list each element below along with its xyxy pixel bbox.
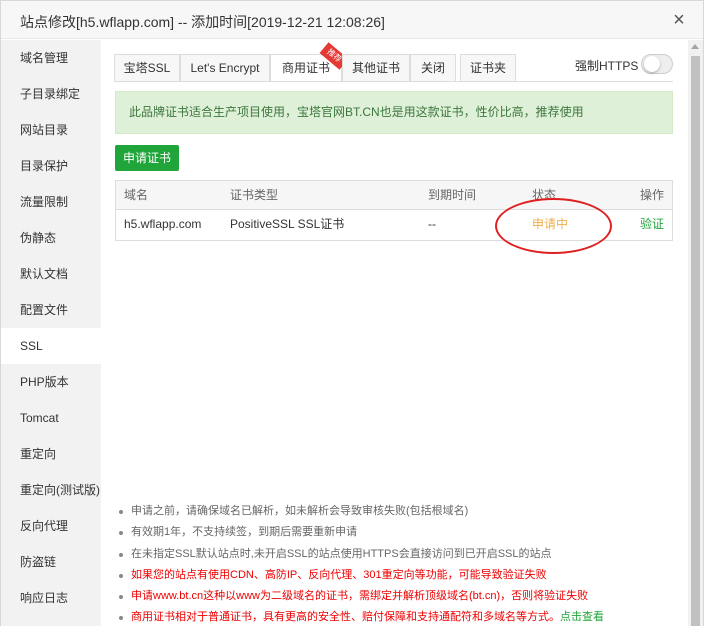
tip-item: 在未指定SSL默认站点时,未开启SSL的站点使用HTTPS会直接访问到已开启SS… — [115, 544, 685, 565]
tab-cert-folder[interactable]: 证书夹 — [460, 54, 516, 82]
cell-domain: h5.wflapp.com — [124, 217, 202, 231]
cell-expire: -- — [428, 217, 436, 231]
sidebar-item-rewrite[interactable]: 伪静态 — [1, 220, 101, 256]
sidebar-item-redirect-beta[interactable]: 重定向(测试版) — [1, 472, 101, 508]
sidebar-item-ssl[interactable]: SSL — [1, 328, 101, 364]
sidebar-item-redirect[interactable]: 重定向 — [1, 436, 101, 472]
tip-item-warning: 如果您的站点有使用CDN、高防IP、反向代理、301重定向等功能，可能导致验证失… — [115, 565, 685, 586]
tab-commercial-cert[interactable]: 商用证书 推荐 — [270, 42, 349, 82]
dialog-titlebar: 站点修改[h5.wflapp.com] -- 添加时间[2019-12-21 1… — [1, 1, 703, 39]
sidebar-item-reverse-proxy[interactable]: 反向代理 — [1, 508, 101, 544]
verify-link[interactable]: 验证 — [640, 210, 664, 239]
table-header: 域名 证书类型 到期时间 状态 操作 — [116, 181, 672, 210]
tip-item-warning: 商用证书相对于普通证书，具有更高的安全性、赔付保障和支持通配符和多域名等方式。点… — [115, 607, 685, 626]
col-cert-type: 证书类型 — [230, 188, 279, 202]
cell-cert-type: PositiveSSL SSL证书 — [230, 217, 345, 231]
scrollbar[interactable] — [688, 40, 703, 626]
tip-item: 有效期1年，不支持续签，到期后需要重新申请 — [115, 522, 685, 543]
sidebar-item-subdir-binding[interactable]: 子目录绑定 — [1, 76, 101, 112]
sidebar-item-domain[interactable]: 域名管理 — [1, 40, 101, 76]
tab-other-cert[interactable]: 其他证书 — [342, 54, 410, 82]
view-more-link[interactable]: 点击查看 — [560, 611, 604, 623]
sidebar-item-response-log[interactable]: 响应日志 — [1, 580, 101, 616]
sidebar-item-hotlink-protection[interactable]: 防盗链 — [1, 544, 101, 580]
tab-commercial-cert-label: 商用证书 — [281, 61, 330, 75]
site-edit-dialog: 站点修改[h5.wflapp.com] -- 添加时间[2019-12-21 1… — [0, 0, 704, 626]
tips-list: 申请之前，请确保域名已解析，如未解析会导致审核失败(包括根域名) 有效期1年，不… — [115, 501, 685, 626]
tab-divider — [114, 81, 673, 82]
col-domain: 域名 — [124, 188, 149, 202]
force-https-toggle[interactable] — [641, 54, 673, 74]
apply-cert-button[interactable]: 申请证书 — [115, 145, 179, 171]
tip-text: 商用证书相对于普通证书，具有更高的安全性、赔付保障和支持通配符和多域名等方式。 — [131, 611, 560, 624]
tab-lets-encrypt[interactable]: Let's Encrypt — [180, 54, 270, 82]
ssl-panel: 宝塔SSL Let's Encrypt 商用证书 推荐 其他证书 关闭 证书夹 … — [101, 40, 688, 626]
force-https-label: 强制HTTPS — [575, 59, 639, 73]
dialog-title: 站点修改[h5.wflapp.com] -- 添加时间[2019-12-21 1… — [20, 14, 385, 30]
sidebar-item-traffic-limit[interactable]: 流量限制 — [1, 184, 101, 220]
col-status: 状态 — [532, 188, 557, 202]
sidebar-item-default-doc[interactable]: 默认文档 — [1, 256, 101, 292]
status-badge: 申请中 — [532, 217, 569, 231]
col-action: 操作 — [639, 188, 664, 202]
tip-item: 申请之前，请确保域名已解析，如未解析会导致审核失败(包括根域名) — [115, 501, 685, 522]
sidebar: 域名管理 子目录绑定 网站目录 目录保护 流量限制 伪静态 默认文档 配置文件 … — [1, 40, 101, 626]
scroll-up-arrow-icon[interactable] — [691, 44, 699, 49]
tab-bt-ssl[interactable]: 宝塔SSL — [114, 54, 180, 82]
sidebar-item-site-directory[interactable]: 网站目录 — [1, 112, 101, 148]
scroll-thumb[interactable] — [691, 56, 700, 626]
sidebar-item-dir-protection[interactable]: 目录保护 — [1, 148, 101, 184]
sidebar-item-tomcat[interactable]: Tomcat — [1, 400, 101, 436]
tip-item-warning: 申请www.bt.cn这种以www为二级域名的证书，需绑定并解析顶级域名(bt.… — [115, 586, 685, 607]
sidebar-item-php-version[interactable]: PHP版本 — [1, 364, 101, 400]
close-icon[interactable]: × — [669, 10, 689, 30]
sidebar-item-config-file[interactable]: 配置文件 — [1, 292, 101, 328]
toggle-knob — [644, 56, 660, 72]
notice-banner: 此品牌证书适合生产项目使用，宝塔官网BT.CN也是用这款证书，性价比高，推荐使用 — [115, 91, 673, 134]
col-expire: 到期时间 — [428, 188, 477, 202]
table-row: h5.wflapp.com PositiveSSL SSL证书 -- 申请中 验… — [116, 210, 672, 240]
cert-table: 域名 证书类型 到期时间 状态 操作 h5.wflapp.com Positiv… — [115, 180, 673, 241]
tab-close[interactable]: 关闭 — [410, 54, 456, 82]
